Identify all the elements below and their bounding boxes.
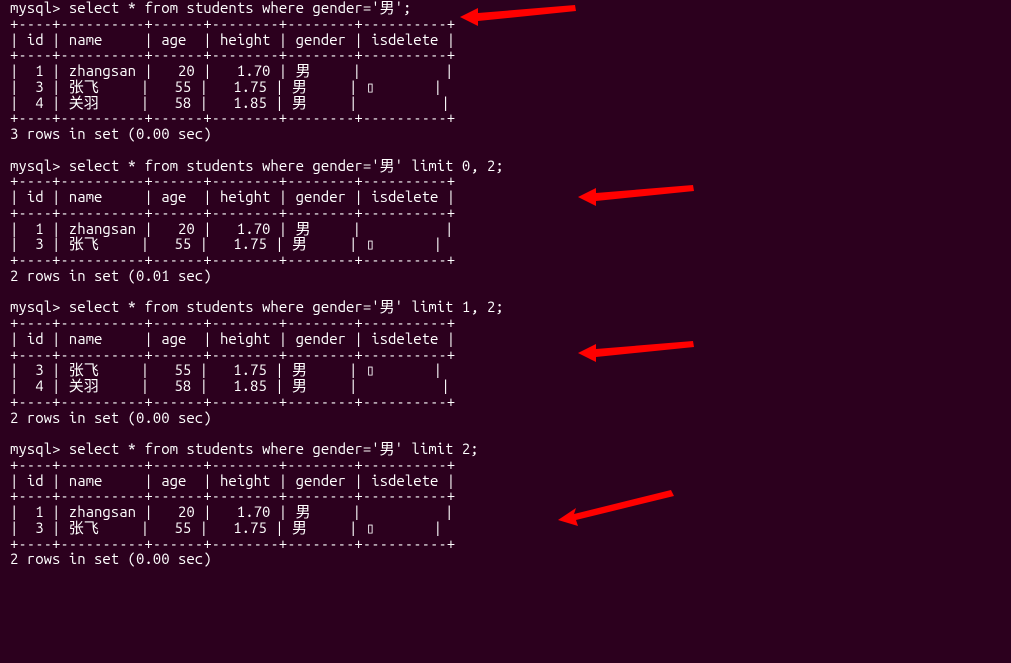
terminal-output: mysql> select * from students where gend… (0, 0, 1011, 567)
query-2: select * from students where gender='男' … (69, 157, 504, 174)
row: | 1 | zhangsan | 20 | 1.70 | 男 | | (10, 503, 453, 520)
query-3: select * from students where gender='男' … (69, 298, 504, 315)
sep: +----+----------+------+--------+-------… (10, 393, 455, 410)
sep: +----+----------+------+--------+-------… (10, 204, 455, 221)
sep: +----+----------+------+--------+-------… (10, 172, 455, 189)
prompt: mysql> (10, 0, 60, 16)
row: | 3 | 张飞 | 55 | 1.75 | 男 | ▯ | (10, 78, 442, 95)
sep: +----+----------+------+--------+-------… (10, 314, 455, 331)
query-1: select * from students where gender='男'; (69, 0, 412, 16)
sep: +----+----------+------+--------+-------… (10, 109, 455, 126)
prompt: mysql> (10, 157, 60, 174)
row: | 3 | 张飞 | 55 | 1.75 | 男 | ▯ | (10, 235, 442, 252)
sep: +----+----------+------+--------+-------… (10, 15, 455, 32)
sep: +----+----------+------+--------+-------… (10, 46, 455, 63)
sep: +----+----------+------+--------+-------… (10, 535, 455, 552)
footer: 2 rows in set (0.00 sec) (10, 409, 212, 426)
header: | id | name | age | height | gender | is… (10, 31, 455, 48)
sep: +----+----------+------+--------+-------… (10, 456, 455, 473)
row: | 3 | 张飞 | 55 | 1.75 | 男 | ▯ | (10, 361, 442, 378)
row: | 3 | 张飞 | 55 | 1.75 | 男 | ▯ | (10, 519, 442, 536)
row: | 1 | zhangsan | 20 | 1.70 | 男 | | (10, 220, 453, 237)
header: | id | name | age | height | gender | is… (10, 330, 455, 347)
query-4: select * from students where gender='男' … (69, 440, 479, 457)
footer: 2 rows in set (0.01 sec) (10, 267, 212, 284)
footer: 2 rows in set (0.00 sec) (10, 550, 212, 567)
sep: +----+----------+------+--------+-------… (10, 487, 455, 504)
header: | id | name | age | height | gender | is… (10, 188, 455, 205)
row: | 1 | zhangsan | 20 | 1.70 | 男 | | (10, 62, 453, 79)
prompt: mysql> (10, 298, 60, 315)
footer: 3 rows in set (0.00 sec) (10, 125, 212, 142)
row: | 4 | 关羽 | 58 | 1.85 | 男 | | (10, 377, 450, 394)
row: | 4 | 关羽 | 58 | 1.85 | 男 | | (10, 94, 450, 111)
sep: +----+----------+------+--------+-------… (10, 346, 455, 363)
prompt: mysql> (10, 440, 60, 457)
sep: +----+----------+------+--------+-------… (10, 251, 455, 268)
header: | id | name | age | height | gender | is… (10, 472, 455, 489)
